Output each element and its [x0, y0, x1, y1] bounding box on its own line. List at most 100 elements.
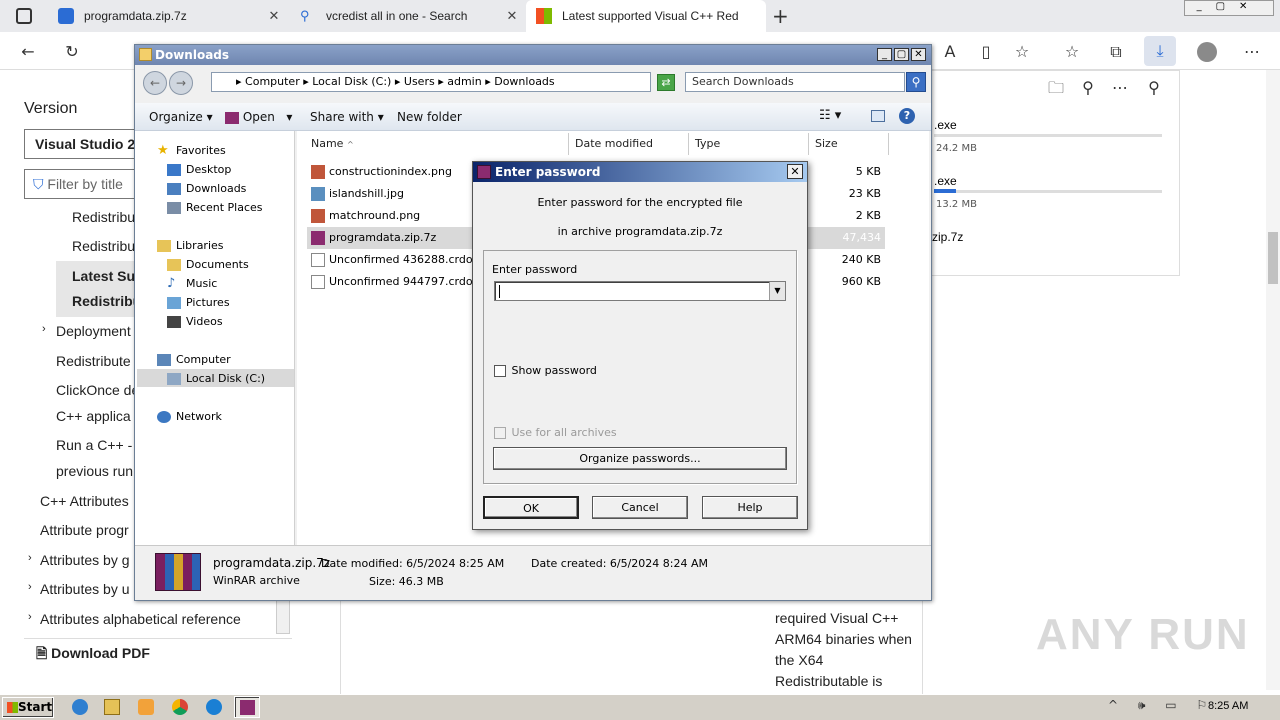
forward-button[interactable]: → — [169, 71, 193, 95]
nav-pictures[interactable]: Pictures — [167, 294, 230, 312]
network-group[interactable]: Network — [157, 408, 222, 426]
chevron-right-icon[interactable]: › — [28, 552, 32, 564]
refresh-icon[interactable]: ↻ — [60, 40, 84, 64]
avatar[interactable] — [1197, 42, 1217, 62]
file-row[interactable]: constructionindex.png — [311, 161, 452, 183]
chevron-down-icon[interactable]: ▼ — [769, 282, 785, 300]
maximize-button[interactable]: ▢ — [894, 48, 909, 61]
column-name[interactable]: Name ^ — [305, 133, 569, 155]
computer-group[interactable]: Computer — [157, 351, 231, 369]
read-aloud-icon[interactable]: A — [938, 40, 962, 64]
minimize-button[interactable]: _ — [877, 48, 892, 61]
nav-item[interactable]: Redistribute — [56, 353, 131, 369]
nav-item[interactable]: Attributes by g — [40, 552, 130, 568]
preview-pane-icon[interactable] — [871, 110, 885, 122]
tray-icons[interactable]: ^ 🕪 ▭ ⚐ — [1108, 698, 1215, 713]
search-downloads-input[interactable]: Search Downloads — [685, 72, 905, 92]
more-icon[interactable]: ⋯ — [1108, 76, 1132, 100]
nav-item[interactable]: Attributes by u — [40, 581, 130, 597]
new-folder-button[interactable]: New folder — [397, 110, 462, 124]
nav-recent-places[interactable]: Recent Places — [167, 199, 263, 217]
nav-item[interactable]: Redistribu — [72, 238, 135, 254]
open-folder-icon[interactable]: 🗀 — [1044, 76, 1068, 100]
download-item-name[interactable]: zip.7z — [932, 230, 963, 244]
nav-item[interactable]: Attributes alphabetical reference — [40, 611, 241, 627]
tab-visual-cpp[interactable]: Latest supported Visual C++ Red — [526, 0, 766, 32]
nav-videos[interactable]: Videos — [167, 313, 223, 331]
nav-item[interactable]: Deployment — [56, 323, 131, 339]
download-pdf-link[interactable]: 🗎 Download PDF — [36, 643, 150, 667]
winrar-taskbar-icon[interactable] — [234, 696, 260, 718]
version-select[interactable]: Visual Studio 20 — [24, 129, 136, 159]
help-icon[interactable]: ? — [899, 108, 915, 124]
chrome-icon[interactable] — [172, 699, 188, 715]
open-menu[interactable]: Open ▾ — [225, 110, 292, 124]
nav-documents[interactable]: Documents — [167, 256, 249, 274]
collections-icon[interactable]: ⧉ — [1104, 40, 1128, 64]
nav-item[interactable]: C++ Attributes — [40, 493, 129, 509]
filter-input[interactable]: ⛉ Filter by title — [24, 169, 136, 199]
favorites-icon[interactable]: ☆ — [1060, 40, 1084, 64]
libraries-group[interactable]: Libraries — [157, 237, 224, 255]
pin-icon[interactable]: ⚲ — [1142, 76, 1166, 100]
nav-item[interactable]: ClickOnce de — [56, 382, 139, 398]
file-row[interactable]: Unconfirmed 436288.crdown — [311, 249, 489, 271]
favorites-group[interactable]: ★ Favorites — [157, 142, 226, 160]
nav-item[interactable]: previous run — [56, 463, 133, 479]
add-favorite-icon[interactable]: ☆ — [1010, 40, 1034, 64]
nav-music[interactable]: ♪ Music — [167, 275, 217, 293]
nav-item[interactable]: C++ applica — [56, 408, 131, 424]
back-button[interactable]: ← — [143, 71, 167, 95]
page-scrollbar[interactable] — [1266, 70, 1280, 690]
close-button[interactable]: ✕ — [911, 48, 926, 61]
file-row[interactable]: islandshill.jpg — [311, 183, 404, 205]
left-scrollbar[interactable] — [276, 600, 290, 634]
column-date-modified[interactable]: Date modified — [569, 133, 689, 155]
nav-item[interactable]: Run a C++ - — [56, 437, 132, 453]
nav-item[interactable]: Redistribu — [72, 209, 135, 225]
tab-programdata[interactable]: programdata.zip.7z ✕ — [48, 0, 286, 32]
close-button[interactable]: ✕ — [787, 164, 803, 179]
nav-item[interactable]: Attribute progr — [40, 522, 129, 538]
tab-search[interactable]: ⚲ vcredist all in one - Search ✕ — [290, 0, 524, 32]
start-button[interactable]: Start — [2, 697, 54, 718]
help-button[interactable]: Help — [702, 496, 798, 519]
close-icon[interactable]: ✕ — [262, 8, 286, 24]
search-icon[interactable]: ⚲ — [1076, 76, 1100, 100]
download-item-name[interactable]: .exe — [934, 174, 957, 188]
reading-view-icon[interactable]: ▯ — [974, 40, 998, 64]
tab-actions-icon[interactable] — [16, 8, 32, 24]
nav-desktop[interactable]: Desktop — [167, 161, 231, 179]
edge-icon[interactable] — [206, 699, 222, 715]
address-bar[interactable]: ▸ Computer ▸ Local Disk (C:) ▸ Users ▸ a… — [211, 72, 651, 92]
explorer-icon[interactable] — [104, 699, 120, 715]
new-tab-button[interactable]: + — [772, 4, 789, 28]
nav-local-disk[interactable]: Local Disk (C:) — [167, 370, 265, 388]
search-icon[interactable]: ⚲ — [906, 72, 926, 92]
column-size[interactable]: Size — [809, 133, 889, 155]
window-controls[interactable]: _▢✕ — [1184, 0, 1274, 16]
download-item-name[interactable]: .exe — [934, 118, 957, 132]
more-icon[interactable]: ⋯ — [1240, 40, 1264, 64]
media-player-icon[interactable] — [138, 699, 154, 715]
chevron-right-icon[interactable]: › — [28, 611, 32, 623]
refresh-icon[interactable]: ⇄ — [657, 74, 675, 91]
file-row[interactable]: matchround.png — [311, 205, 420, 227]
page-scrollbar-thumb[interactable] — [1268, 232, 1278, 284]
file-row[interactable]: Unconfirmed 944797.crdown — [311, 271, 489, 293]
nav-item-selected[interactable]: Redistribu — [72, 293, 141, 309]
chevron-right-icon[interactable]: › — [28, 581, 32, 593]
downloads-icon[interactable]: ⤓ — [1144, 36, 1176, 66]
nav-item-selected[interactable]: Latest Sup — [72, 268, 144, 284]
share-with-menu[interactable]: Share with ▾ — [310, 110, 384, 124]
cancel-button[interactable]: Cancel — [592, 496, 688, 519]
password-input[interactable]: ▼ — [494, 281, 786, 301]
organize-passwords-button[interactable]: Organize passwords... — [493, 447, 787, 470]
nav-downloads[interactable]: Downloads — [167, 180, 246, 198]
file-row-selected[interactable]: programdata.zip.7z — [311, 227, 436, 249]
ie-icon[interactable] — [72, 699, 88, 715]
organize-menu[interactable]: Organize ▾ — [149, 110, 213, 124]
close-icon[interactable]: ✕ — [500, 8, 524, 24]
ok-button[interactable]: OK — [483, 496, 579, 519]
chevron-right-icon[interactable]: › — [42, 323, 46, 335]
